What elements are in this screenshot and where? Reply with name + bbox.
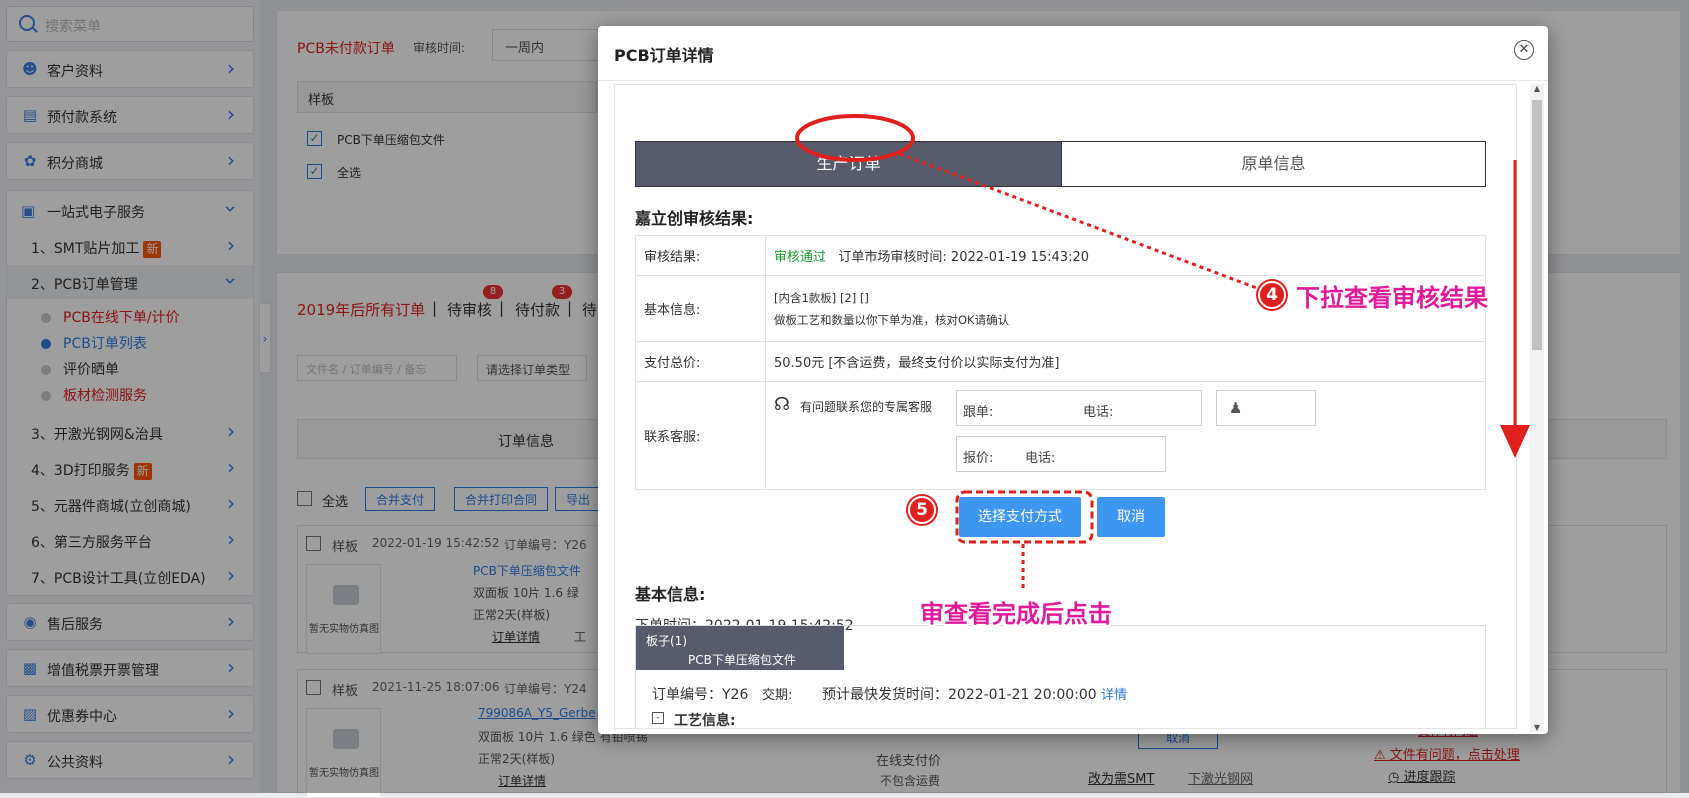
annotation-layer — [795, 114, 1530, 590]
step-5-marker: 5 — [908, 496, 936, 524]
dotted-connector — [899, 152, 1263, 292]
arrow-down-icon — [1500, 425, 1530, 458]
highlight-ellipse — [795, 114, 915, 162]
step-4-marker: 4 — [1258, 281, 1286, 309]
highlight-box — [955, 490, 1094, 544]
step-5-instruction: 审查看完成后点击 — [920, 600, 1112, 628]
step-4-instruction: 下拉查看审核结果 — [1296, 284, 1488, 312]
